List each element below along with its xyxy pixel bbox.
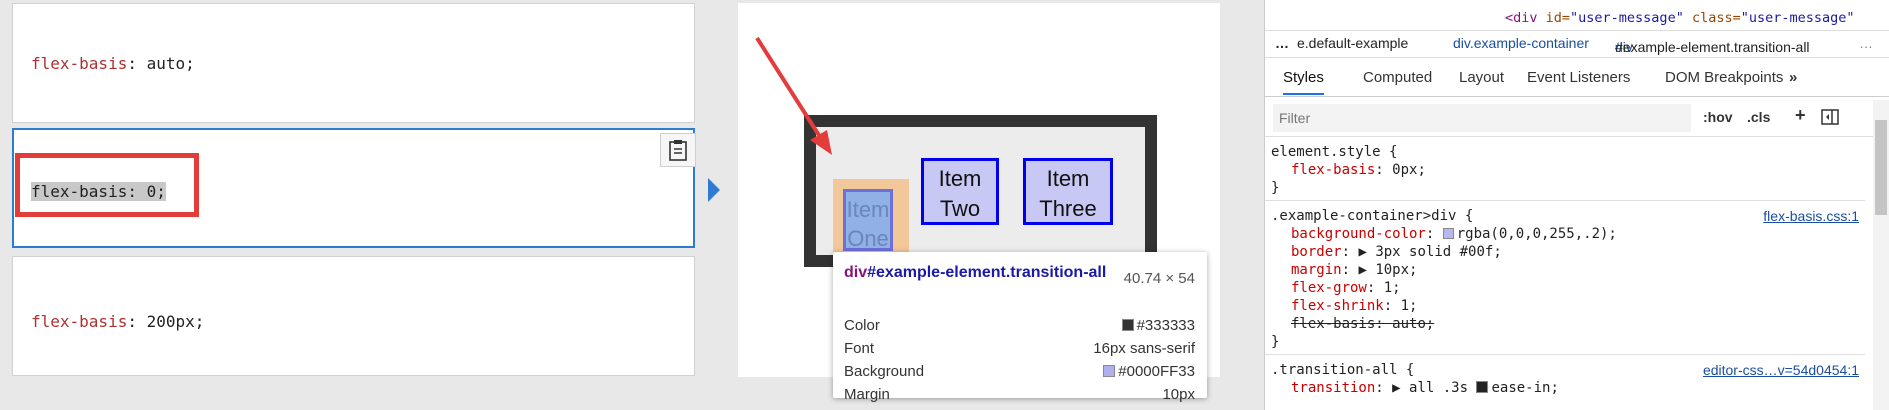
tab-layout[interactable]: Layout xyxy=(1459,69,1504,86)
filter-input[interactable] xyxy=(1273,104,1691,132)
tab-event-listeners[interactable]: Event Listeners xyxy=(1527,69,1630,86)
tooltip-size: 40.74 × 54 xyxy=(1123,270,1195,287)
rule-close: } xyxy=(1271,334,1280,350)
toggle-sidebar-icon[interactable] xyxy=(1821,109,1839,130)
breadcrumb-item[interactable]: e.default-example xyxy=(1297,35,1408,51)
expand-triangle-icon[interactable]: ▶ xyxy=(1358,262,1366,278)
tooltip-row-color: Color #333333 xyxy=(844,316,1195,334)
highlight-annotation-box xyxy=(15,153,199,217)
scrollbar-thumb[interactable] xyxy=(1875,120,1887,215)
source-link[interactable]: editor-css…v=54d0454:1 xyxy=(1703,362,1859,378)
cls-button[interactable]: .cls xyxy=(1747,109,1770,125)
expand-triangle-icon[interactable]: ▶ xyxy=(1358,244,1366,260)
hov-button[interactable]: :hov xyxy=(1703,109,1733,125)
breadcrumb-item[interactable]: div.example-container xyxy=(1453,35,1589,51)
declaration[interactable]: margin: ▶ 10px; xyxy=(1291,262,1417,278)
breadcrumb: … e.default-example div.example-containe… xyxy=(1265,30,1889,58)
scrollbar[interactable] xyxy=(1873,100,1889,410)
rule-selector: .example-container>div { xyxy=(1271,208,1474,224)
declaration[interactable]: flex-basis: 0px; xyxy=(1291,162,1426,178)
choice-200px[interactable]: flex-basis: 200px; xyxy=(12,256,695,376)
inspect-tooltip: div#example-element.transition-all 40.74… xyxy=(833,252,1207,403)
devtools-panel: <div id="user-message" class="user-messa… xyxy=(1264,0,1889,410)
declaration[interactable]: transition: ▶ all .3s ease-in; xyxy=(1291,380,1559,396)
new-rule-button[interactable]: + xyxy=(1795,105,1806,126)
dom-tree-line[interactable]: <div id="user-message" class="user-messa… xyxy=(1505,10,1855,26)
more-tabs-icon[interactable]: » xyxy=(1789,69,1797,86)
devtools-tabs: Styles Computed Layout Event Listeners D… xyxy=(1265,60,1889,97)
item-two: Item Two xyxy=(921,158,999,225)
item-three: Item Three xyxy=(1023,158,1113,225)
choice-code: flex-basis: 200px; xyxy=(31,312,205,331)
declaration-overridden[interactable]: flex-basis: auto; xyxy=(1291,316,1434,332)
tab-dom-breakpoints[interactable]: DOM Breakpoints xyxy=(1665,69,1783,86)
tooltip-row-font: Font 16px sans-serif xyxy=(844,339,1195,357)
rule-selector: element.style { xyxy=(1271,144,1398,160)
choice-auto[interactable]: flex-basis: auto; xyxy=(12,3,695,123)
styles-toolbar: :hov .cls + xyxy=(1265,100,1889,137)
color-swatch-icon[interactable] xyxy=(1442,228,1454,239)
tooltip-row-background: Background #0000FF33 xyxy=(844,362,1195,380)
expand-triangle-icon[interactable]: ▶ xyxy=(1392,380,1400,396)
color-swatch-icon xyxy=(1103,364,1116,377)
source-link[interactable]: flex-basis.css:1 xyxy=(1763,208,1859,224)
tab-styles[interactable]: Styles xyxy=(1283,69,1324,95)
item-one: Item One xyxy=(843,189,893,251)
tab-computed[interactable]: Computed xyxy=(1363,69,1432,86)
declaration[interactable]: border: ▶ 3px solid #00f; xyxy=(1291,244,1502,260)
copy-to-clipboard-button[interactable] xyxy=(660,133,696,167)
tooltip-element-name: div#example-element.transition-all xyxy=(844,264,1107,281)
tooltip-row-margin: Margin 10px xyxy=(844,385,1195,403)
clipboard-icon xyxy=(669,140,687,161)
play-arrow-icon xyxy=(708,178,720,202)
color-swatch-icon xyxy=(1121,318,1134,331)
choice-code: flex-basis: auto; xyxy=(31,54,195,73)
declaration[interactable]: flex-shrink: 1; xyxy=(1291,298,1417,314)
easing-editor-icon[interactable] xyxy=(1476,381,1489,393)
rule-selector: .transition-all { xyxy=(1271,362,1415,378)
declaration[interactable]: background-color: rgba(0,0,0,255,.2); xyxy=(1291,226,1617,242)
rule-close: } xyxy=(1271,180,1280,196)
breadcrumb-more[interactable]: … xyxy=(1275,35,1289,51)
declaration[interactable]: flex-grow: 1; xyxy=(1291,280,1401,296)
breadcrumb-end[interactable]: … xyxy=(1859,35,1873,51)
